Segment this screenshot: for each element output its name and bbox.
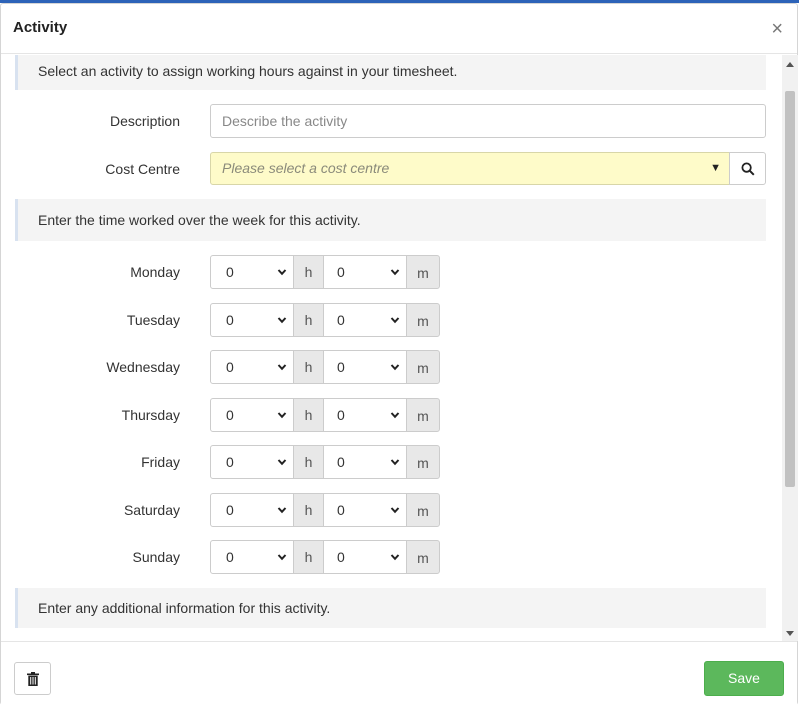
minutes-value: 0 bbox=[337, 359, 345, 375]
day-time-group: 0h0m bbox=[210, 445, 440, 479]
close-button[interactable]: × bbox=[771, 16, 783, 42]
day-label: Tuesday bbox=[126, 312, 180, 328]
minutes-unit: m bbox=[406, 540, 440, 574]
dropdown-caret-icon: ▼ bbox=[710, 162, 721, 174]
day-time-group: 0h0m bbox=[210, 303, 440, 337]
day-time-group: 0h0m bbox=[210, 255, 440, 289]
day-time-group: 0h0m bbox=[210, 350, 440, 384]
minutes-value: 0 bbox=[337, 312, 345, 328]
minutes-unit: m bbox=[406, 445, 440, 479]
chevron-down-icon bbox=[277, 507, 287, 514]
activity-dialog: Activity × Select an activity to assign … bbox=[0, 3, 798, 705]
cost-centre-search-button[interactable] bbox=[729, 152, 766, 185]
day-time-group: 0h0m bbox=[210, 493, 440, 527]
hours-select[interactable]: 0 bbox=[210, 540, 294, 574]
day-label: Saturday bbox=[123, 502, 180, 518]
hours-select[interactable]: 0 bbox=[210, 303, 294, 337]
day-label: Thursday bbox=[121, 407, 180, 423]
dialog-title: Activity bbox=[13, 19, 68, 36]
day-time-group: 0h0m bbox=[210, 398, 440, 432]
save-button[interactable]: Save bbox=[704, 661, 784, 696]
intro-info-box: Select an activity to assign working hou… bbox=[15, 55, 766, 90]
hours-unit: h bbox=[293, 303, 324, 337]
minutes-unit: m bbox=[406, 303, 440, 337]
day-label: Sunday bbox=[132, 549, 180, 565]
chevron-down-icon bbox=[390, 364, 400, 371]
hours-value: 0 bbox=[226, 312, 234, 328]
chevron-down-icon bbox=[390, 507, 400, 514]
trash-icon bbox=[26, 671, 39, 686]
minutes-select[interactable]: 0 bbox=[323, 493, 407, 527]
minutes-select[interactable]: 0 bbox=[323, 540, 407, 574]
hours-unit: h bbox=[293, 398, 324, 432]
day-time-group: 0h0m bbox=[210, 540, 440, 574]
minutes-value: 0 bbox=[337, 407, 345, 423]
hours-select[interactable]: 0 bbox=[210, 255, 294, 289]
minutes-unit: m bbox=[406, 493, 440, 527]
scroll-down-arrow-icon[interactable] bbox=[786, 631, 794, 636]
minutes-select[interactable]: 0 bbox=[323, 255, 407, 289]
hours-select[interactable]: 0 bbox=[210, 398, 294, 432]
chevron-down-icon bbox=[390, 554, 400, 561]
minutes-unit: m bbox=[406, 350, 440, 384]
dialog-footer: Save bbox=[1, 641, 797, 705]
chevron-down-icon bbox=[277, 364, 287, 371]
additional-info-box: Enter any additional information for thi… bbox=[15, 588, 766, 628]
hours-value: 0 bbox=[226, 359, 234, 375]
delete-button[interactable] bbox=[14, 662, 51, 695]
hours-select[interactable]: 0 bbox=[210, 493, 294, 527]
scrollbar[interactable] bbox=[782, 55, 798, 641]
minutes-value: 0 bbox=[337, 264, 345, 280]
hours-unit: h bbox=[293, 540, 324, 574]
day-label: Wednesday bbox=[106, 359, 180, 375]
hours-select[interactable]: 0 bbox=[210, 445, 294, 479]
hours-value: 0 bbox=[226, 502, 234, 518]
hours-select[interactable]: 0 bbox=[210, 350, 294, 384]
minutes-select[interactable]: 0 bbox=[323, 445, 407, 479]
day-label: Friday bbox=[141, 454, 180, 470]
time-info-box: Enter the time worked over the week for … bbox=[15, 199, 766, 241]
dialog-body[interactable]: Select an activity to assign working hou… bbox=[1, 55, 783, 641]
hours-value: 0 bbox=[226, 264, 234, 280]
description-placeholder: Describe the activity bbox=[222, 113, 348, 129]
chevron-down-icon bbox=[390, 412, 400, 419]
chevron-down-icon bbox=[390, 317, 400, 324]
scroll-up-arrow-icon[interactable] bbox=[786, 62, 794, 67]
minutes-select[interactable]: 0 bbox=[323, 303, 407, 337]
cost-centre-placeholder: Please select a cost centre bbox=[222, 160, 390, 176]
chevron-down-icon bbox=[277, 269, 287, 276]
chevron-down-icon bbox=[277, 317, 287, 324]
chevron-down-icon bbox=[277, 554, 287, 561]
minutes-select[interactable]: 0 bbox=[323, 398, 407, 432]
day-label: Monday bbox=[130, 264, 180, 280]
scroll-thumb[interactable] bbox=[785, 91, 795, 487]
hours-unit: h bbox=[293, 445, 324, 479]
minutes-unit: m bbox=[406, 398, 440, 432]
hours-value: 0 bbox=[226, 454, 234, 470]
chevron-down-icon bbox=[277, 412, 287, 419]
hours-unit: h bbox=[293, 350, 324, 384]
cost-centre-label: Cost Centre bbox=[105, 161, 180, 177]
minutes-unit: m bbox=[406, 255, 440, 289]
search-icon bbox=[741, 162, 755, 176]
cost-centre-select[interactable]: Please select a cost centre ▼ bbox=[210, 152, 730, 185]
hours-unit: h bbox=[293, 493, 324, 527]
time-section-text: Enter the time worked over the week for … bbox=[38, 212, 361, 228]
description-label: Description bbox=[109, 113, 180, 129]
minutes-value: 0 bbox=[337, 502, 345, 518]
minutes-value: 0 bbox=[337, 454, 345, 470]
hours-value: 0 bbox=[226, 407, 234, 423]
additional-text: Enter any additional information for thi… bbox=[38, 600, 331, 616]
description-input[interactable]: Describe the activity bbox=[210, 104, 766, 138]
minutes-value: 0 bbox=[337, 549, 345, 565]
hours-unit: h bbox=[293, 255, 324, 289]
chevron-down-icon bbox=[390, 269, 400, 276]
chevron-down-icon bbox=[277, 459, 287, 466]
dialog-header: Activity × bbox=[1, 4, 797, 54]
minutes-select[interactable]: 0 bbox=[323, 350, 407, 384]
intro-text: Select an activity to assign working hou… bbox=[38, 63, 458, 79]
chevron-down-icon bbox=[390, 459, 400, 466]
hours-value: 0 bbox=[226, 549, 234, 565]
